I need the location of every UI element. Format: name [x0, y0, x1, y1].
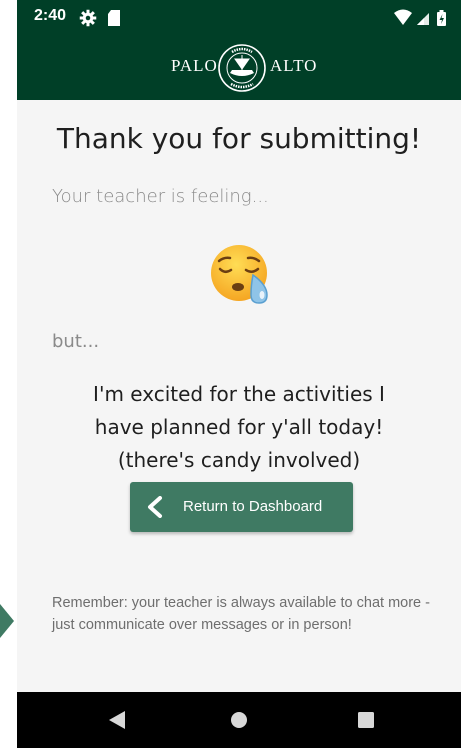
- wifi-icon: [394, 9, 412, 25]
- status-icons: [393, 9, 449, 31]
- chevron-left-icon: [146, 496, 166, 522]
- brand-left-text: PALO: [171, 56, 218, 75]
- return-button-label: Return to Dashboard: [183, 498, 323, 515]
- message-line: (there's candy involved): [117, 448, 361, 472]
- message-line: I'm excited for the activities I: [93, 382, 385, 406]
- signal-icon: [417, 13, 429, 25]
- but-label: but...: [52, 331, 100, 352]
- status-bar: 2:40: [17, 0, 461, 36]
- battery-charging-icon: [437, 10, 446, 26]
- app-screen: 2:40 PALO ALTO Thank you for submitting!…: [17, 0, 461, 748]
- home-circle-icon[interactable]: [230, 711, 248, 733]
- back-triangle-icon[interactable]: [108, 710, 126, 734]
- recents-square-icon[interactable]: [357, 711, 375, 733]
- sleepy-face-icon: [209, 243, 273, 311]
- feeling-label: Your teacher is feeling...: [52, 186, 269, 207]
- side-arrow-icon: [0, 604, 14, 642]
- status-time: 2:40: [34, 7, 67, 24]
- page-title: Thank you for submitting!: [56, 122, 422, 155]
- gear-icon: [79, 9, 97, 31]
- teacher-message: I'm excited for the activities I have pl…: [67, 378, 411, 477]
- app-header: PALO ALTO: [17, 36, 461, 100]
- android-nav-bar: [17, 692, 461, 748]
- school-seal-logo: [217, 43, 267, 97]
- brand-right-text: ALTO: [270, 56, 318, 75]
- return-to-dashboard-button[interactable]: Return to Dashboard: [130, 482, 353, 532]
- message-line: have planned for y'all today!: [94, 415, 384, 439]
- reminder-text: Remember: your teacher is always availab…: [52, 595, 430, 633]
- sd-card-icon: [107, 9, 121, 31]
